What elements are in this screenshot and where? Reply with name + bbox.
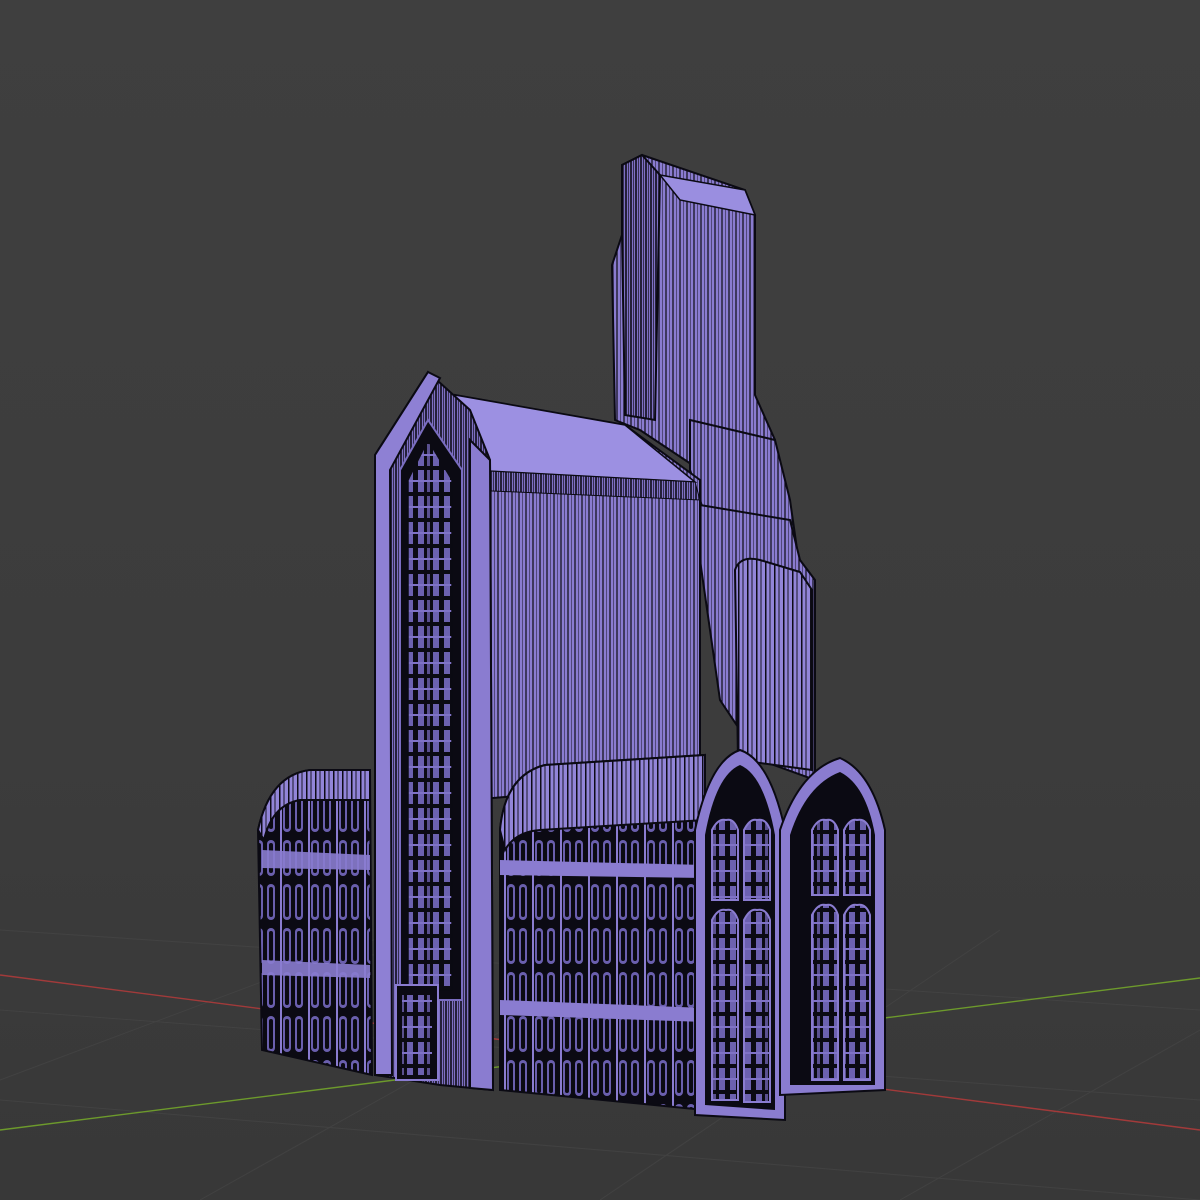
- entrance-tower[interactable]: [374, 370, 495, 1092]
- left-side-wing[interactable]: [256, 769, 374, 1077]
- viewport-scene[interactable]: [0, 0, 1200, 1200]
- right-arched-wing[interactable]: [498, 753, 706, 1112]
- building-model[interactable]: [256, 153, 886, 1122]
- 3d-viewport[interactable]: [0, 0, 1200, 1200]
- right-step-block[interactable]: [699, 503, 816, 782]
- front-arched-gables[interactable]: [694, 748, 886, 1122]
